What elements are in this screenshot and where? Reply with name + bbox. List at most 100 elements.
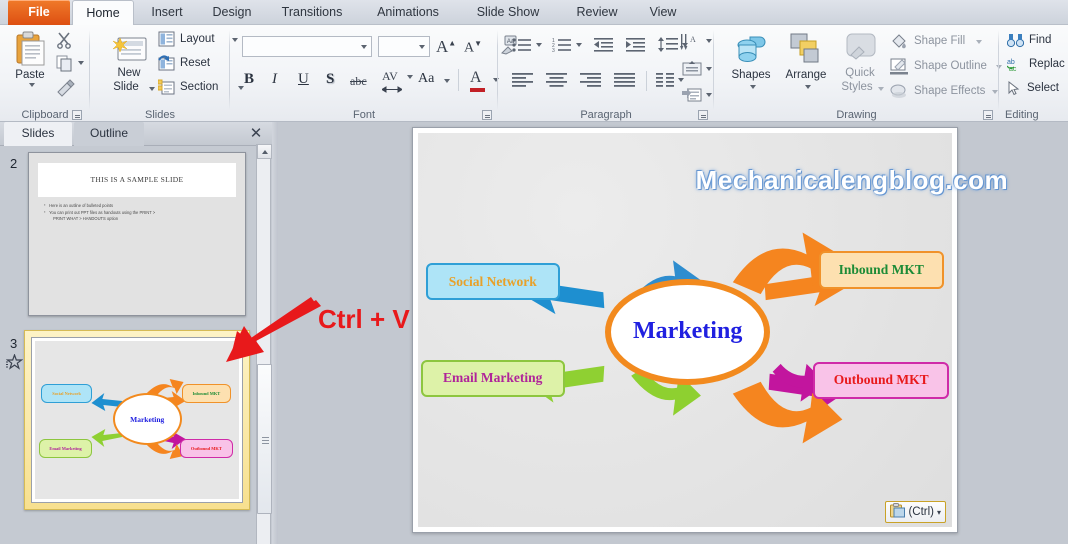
section-button[interactable]: Section	[157, 79, 244, 100]
select-button[interactable]: Select	[1007, 80, 1059, 101]
font-color-button[interactable]: A	[470, 69, 499, 92]
node-email-marketing[interactable]: Email Marketing	[420, 359, 565, 397]
tab-slide-show[interactable]: Slide Show	[465, 0, 551, 25]
arrange-caret-icon[interactable]	[805, 85, 811, 89]
reset-label: Reset	[180, 57, 211, 69]
numbering-button[interactable]: 123	[552, 37, 582, 58]
shape-outline-label: Shape Outline	[914, 60, 987, 72]
tab-file[interactable]: File	[8, 0, 70, 25]
tab-transitions[interactable]: Transitions	[270, 0, 354, 25]
columns-button[interactable]	[656, 73, 684, 92]
slide-editing-area[interactable]: Mechanicalengblog.com Marketing Social N…	[412, 127, 1008, 533]
tab-slides[interactable]: Slides	[4, 122, 72, 146]
reset-button[interactable]: Reset	[158, 55, 210, 76]
text-direction-caret-icon[interactable]	[706, 39, 712, 43]
tab-design[interactable]: Design	[201, 0, 263, 25]
convert-to-smartart-button[interactable]	[682, 87, 712, 108]
paste-caret-icon[interactable]	[29, 83, 35, 87]
shrink-font-button[interactable]: A▼	[464, 39, 482, 57]
shape-fill-caret-icon[interactable]	[976, 40, 982, 44]
format-painter-button[interactable]	[56, 79, 76, 102]
slides-panel-scrollbar[interactable]	[256, 144, 272, 544]
bold-button[interactable]: B	[244, 71, 254, 88]
binoculars-icon	[1006, 34, 1025, 52]
copy-caret-icon[interactable]	[78, 61, 84, 65]
slide-thumbnail-3[interactable]: Marketing Social Network Email Marketing…	[24, 330, 250, 510]
node-social-network[interactable]: Social Network	[426, 263, 560, 301]
align-text-button[interactable]	[682, 61, 712, 82]
font-name-caret-icon[interactable]	[361, 45, 367, 49]
ribbon-group-editing: Find ab ac Replac Select Editing	[999, 25, 1068, 122]
quick-styles-label-line1: Quick	[845, 67, 875, 79]
text-direction-button[interactable]: A	[680, 33, 712, 56]
paragraph-group-label: Paragraph	[580, 109, 632, 121]
grow-font-button[interactable]: A▲	[436, 37, 456, 57]
change-case-caret-icon[interactable]	[444, 79, 450, 83]
line-spacing-button[interactable]	[658, 37, 688, 58]
find-button[interactable]: Find	[1006, 33, 1051, 53]
character-spacing-button[interactable]: AV	[381, 67, 413, 93]
tab-outline[interactable]: Outline	[74, 122, 144, 146]
italic-button[interactable]: I	[272, 71, 277, 88]
cut-button[interactable]	[56, 31, 74, 54]
quick-styles-caret-icon[interactable]	[878, 87, 884, 91]
font-dialog-launcher[interactable]	[482, 110, 492, 120]
clipboard-dialog-launcher[interactable]	[72, 110, 82, 120]
new-slide-caret-icon[interactable]	[149, 87, 155, 91]
slide-surface[interactable]: Mechanicalengblog.com Marketing Social N…	[418, 133, 1008, 527]
font-size-caret-icon[interactable]	[419, 45, 425, 49]
shapes-caret-icon[interactable]	[750, 85, 756, 89]
close-icon[interactable]: ✕	[248, 126, 264, 142]
reset-icon	[158, 55, 175, 75]
mini-slide-2-surface: THIS IS A SAMPLE SLIDE Here is an outlin…	[29, 153, 245, 315]
align-right-button[interactable]	[580, 73, 601, 92]
new-slide-label-line2: Slide	[113, 81, 139, 93]
numbering-icon: 123	[552, 38, 572, 57]
line-spacing-icon	[658, 37, 678, 57]
tab-home[interactable]: Home	[72, 0, 134, 26]
paragraph-dialog-launcher[interactable]	[698, 110, 708, 120]
node-outbound-mkt[interactable]: Outbound MKT	[813, 361, 950, 399]
scrollbar-thumb[interactable]	[257, 364, 272, 514]
font-name-input[interactable]	[242, 36, 372, 57]
drawing-dialog-launcher[interactable]	[983, 110, 993, 120]
copy-icon	[56, 55, 74, 76]
underline-button[interactable]: U	[298, 71, 309, 88]
bullets-caret-icon[interactable]	[536, 43, 542, 47]
shape-outline-icon	[890, 58, 908, 79]
shapes-label: Shapes	[731, 69, 771, 81]
columns-caret-icon[interactable]	[678, 78, 684, 82]
decrease-indent-button[interactable]	[594, 37, 613, 58]
convert-smartart-caret-icon[interactable]	[706, 93, 712, 97]
layout-button[interactable]: Layout	[158, 31, 238, 52]
mini-node-social-network: Social Network	[41, 383, 93, 403]
bullets-button[interactable]	[512, 37, 542, 58]
node-inbound-mkt[interactable]: Inbound MKT	[818, 251, 944, 289]
slides-outline-panel: Slides Outline ✕ 2 THIS IS A SAMPLE SLID…	[0, 122, 272, 544]
tab-insert[interactable]: Insert	[137, 0, 197, 25]
shape-fill-button[interactable]: Shape Fill	[890, 33, 982, 55]
text-shadow-button[interactable]: S	[326, 71, 334, 88]
align-center-button[interactable]	[546, 73, 567, 92]
replace-button[interactable]: ab ac Replac	[1006, 57, 1065, 77]
paste-options-button[interactable]: (Ctrl) ▾	[885, 501, 946, 523]
node-marketing[interactable]: Marketing	[604, 278, 771, 386]
scroll-up-button[interactable]	[257, 144, 272, 159]
justify-button[interactable]	[614, 73, 635, 92]
character-spacing-caret-icon[interactable]	[407, 75, 413, 79]
numbering-caret-icon[interactable]	[576, 43, 582, 47]
tab-review[interactable]: Review	[566, 0, 628, 25]
svg-text:A: A	[690, 35, 696, 44]
change-case-button[interactable]: Aa	[418, 71, 450, 87]
copy-button[interactable]	[56, 55, 84, 77]
shape-effects-button[interactable]: Shape Effects	[890, 83, 998, 105]
increase-indent-button[interactable]	[626, 37, 645, 58]
tab-view[interactable]: View	[637, 0, 689, 25]
align-text-caret-icon[interactable]	[706, 67, 712, 71]
tab-animations[interactable]: Animations	[366, 0, 450, 25]
paste-options-caret-icon[interactable]: ▾	[937, 508, 941, 517]
align-left-button[interactable]	[512, 73, 533, 92]
shape-outline-button[interactable]: Shape Outline	[890, 58, 1002, 80]
strikethrough-button[interactable]: abc	[350, 74, 367, 89]
slide-thumbnail-2[interactable]: THIS IS A SAMPLE SLIDE Here is an outlin…	[28, 152, 246, 316]
